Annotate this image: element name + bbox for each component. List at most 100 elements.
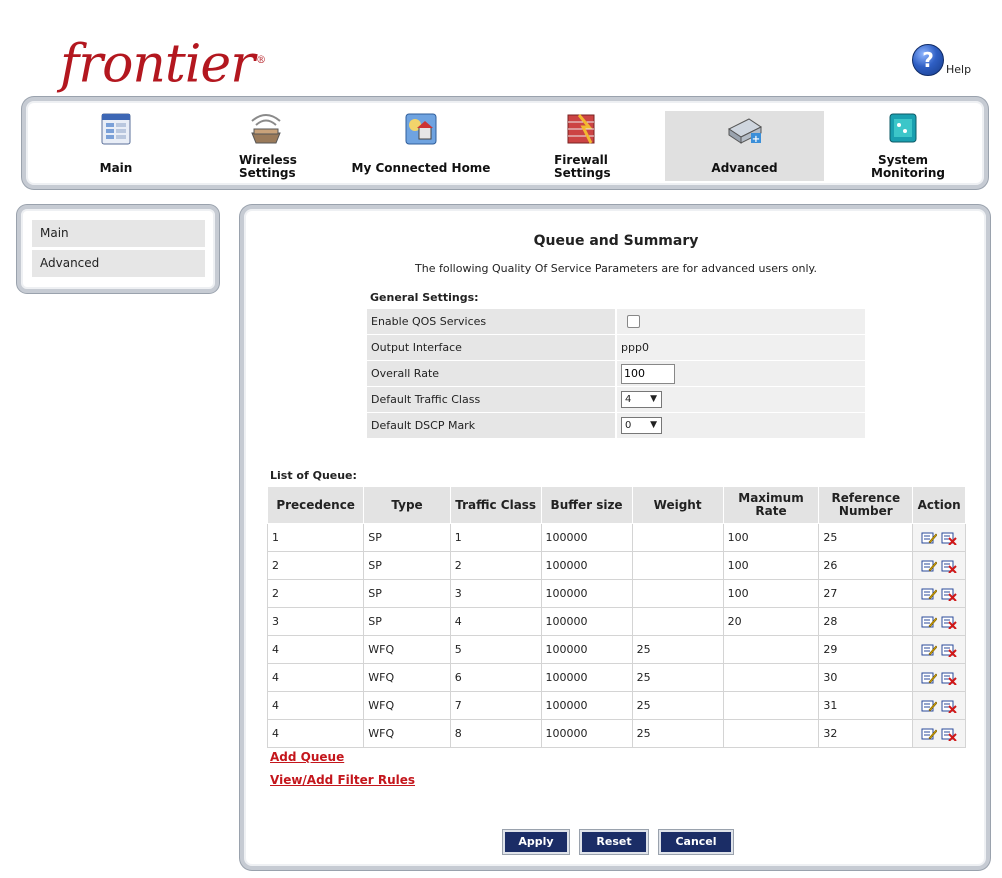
edit-icon[interactable] xyxy=(921,615,938,629)
cell-action xyxy=(912,551,966,580)
top-navigation: Main Wireless Settings My Connected Home… xyxy=(22,97,988,189)
col-type: Type xyxy=(363,486,451,524)
cell-action xyxy=(912,523,966,552)
delete-icon[interactable] xyxy=(941,615,957,629)
cell-weight xyxy=(631,607,724,636)
cell-reference-number: 28 xyxy=(818,607,914,636)
enable-qos-checkbox[interactable] xyxy=(627,315,640,329)
cell-maximum-rate xyxy=(722,663,820,692)
page-title: Queue and Summary xyxy=(533,233,699,249)
cell-maximum-rate xyxy=(722,691,820,720)
cell-weight xyxy=(631,551,724,580)
cell-traffic-class: 7 xyxy=(449,691,542,720)
cell-reference-number: 26 xyxy=(818,551,914,580)
main-icon xyxy=(101,113,131,145)
nav-advanced[interactable]: + Advanced xyxy=(665,111,824,181)
cell-type: WFQ xyxy=(363,663,451,692)
overall-rate-label: Overall Rate xyxy=(367,360,617,387)
table-row: 3 SP 4 100000 20 28 xyxy=(266,607,966,636)
cell-buffer-size: 100000 xyxy=(540,523,633,552)
cell-action xyxy=(912,579,966,608)
default-traffic-class-label: Default Traffic Class xyxy=(367,386,617,413)
col-buffer-size: Buffer size xyxy=(540,486,633,524)
cell-type: SP xyxy=(363,551,451,580)
edit-icon[interactable] xyxy=(921,643,938,657)
wireless-icon xyxy=(251,114,281,144)
cell-maximum-rate xyxy=(722,719,820,748)
cell-action xyxy=(912,607,966,636)
cancel-button[interactable]: Cancel xyxy=(659,830,733,854)
cell-type: WFQ xyxy=(363,635,451,664)
help-link[interactable]: ? Help xyxy=(912,44,971,76)
output-interface-label: Output Interface xyxy=(367,334,617,361)
cell-precedence: 4 xyxy=(266,663,365,692)
edit-icon[interactable] xyxy=(921,671,938,685)
nav-system-monitoring[interactable]: System Monitoring xyxy=(858,111,948,181)
delete-icon[interactable] xyxy=(941,643,957,657)
apply-button[interactable]: Apply xyxy=(503,830,569,854)
view-add-filter-rules-link[interactable]: View/Add Filter Rules xyxy=(270,773,415,787)
cell-action xyxy=(912,663,966,692)
cell-reference-number: 32 xyxy=(818,719,914,748)
dropdown-arrow-icon: ▼ xyxy=(650,394,657,404)
edit-icon[interactable] xyxy=(921,587,938,601)
delete-icon[interactable] xyxy=(941,587,957,601)
default-dscp-select[interactable]: 0 ▼ xyxy=(621,417,662,434)
edit-icon[interactable] xyxy=(921,531,938,545)
cell-buffer-size: 100000 xyxy=(540,691,633,720)
dropdown-arrow-icon: ▼ xyxy=(650,420,657,430)
svg-text:+: + xyxy=(751,134,759,145)
delete-icon[interactable] xyxy=(941,699,957,713)
edit-icon[interactable] xyxy=(921,559,938,573)
cell-traffic-class: 5 xyxy=(449,635,542,664)
cell-action xyxy=(912,691,966,720)
table-row: 2 SP 2 100000 100 26 xyxy=(266,551,966,580)
cell-action xyxy=(912,719,966,748)
help-label[interactable]: Help xyxy=(946,63,971,76)
nav-my-connected-home[interactable]: My Connected Home xyxy=(351,111,491,181)
cell-precedence: 3 xyxy=(266,607,365,636)
reset-button[interactable]: Reset xyxy=(580,830,648,854)
col-maximum-rate: Maximum Rate xyxy=(722,486,820,524)
default-traffic-class-select[interactable]: 4 ▼ xyxy=(621,391,662,408)
frontier-logo: frontier ® xyxy=(60,34,266,95)
col-precedence: Precedence xyxy=(266,486,365,524)
nav-label: Wireless Settings xyxy=(239,153,297,180)
cell-reference-number: 25 xyxy=(818,523,914,552)
page-subtitle: The following Quality Of Service Paramet… xyxy=(415,262,817,275)
edit-icon[interactable] xyxy=(921,727,938,741)
nav-wireless-settings[interactable]: Wireless Settings xyxy=(221,111,311,181)
help-icon[interactable]: ? xyxy=(912,44,944,76)
nav-firewall-settings[interactable]: Firewall Settings xyxy=(536,111,626,181)
side-navigation: Main Advanced xyxy=(17,205,219,293)
delete-icon[interactable] xyxy=(941,559,957,573)
cell-weight xyxy=(631,523,724,552)
select-value: 0 xyxy=(625,420,632,431)
col-traffic-class: Traffic Class xyxy=(449,486,542,524)
queue-table: Precedence Type Traffic Class Buffer siz… xyxy=(266,486,966,748)
cell-buffer-size: 100000 xyxy=(540,663,633,692)
add-queue-link[interactable]: Add Queue xyxy=(270,750,344,764)
cell-precedence: 4 xyxy=(266,635,365,664)
cell-traffic-class: 1 xyxy=(449,523,542,552)
output-interface-value: ppp0 xyxy=(616,334,865,361)
cell-type: SP xyxy=(363,523,451,552)
cell-precedence: 1 xyxy=(266,523,365,552)
edit-icon[interactable] xyxy=(921,699,938,713)
nav-main[interactable]: Main xyxy=(76,111,156,181)
delete-icon[interactable] xyxy=(941,671,957,685)
delete-icon[interactable] xyxy=(941,727,957,741)
cell-maximum-rate: 20 xyxy=(722,607,820,636)
overall-rate-input[interactable] xyxy=(621,363,675,384)
cell-reference-number: 27 xyxy=(818,579,914,608)
cell-precedence: 4 xyxy=(266,691,365,720)
cell-buffer-size: 100000 xyxy=(540,607,633,636)
cell-reference-number: 30 xyxy=(818,663,914,692)
cell-traffic-class: 6 xyxy=(449,663,542,692)
cell-precedence: 2 xyxy=(266,579,365,608)
cell-weight: 25 xyxy=(631,635,724,664)
cell-type: SP xyxy=(363,579,451,608)
table-row: 4 WFQ 6 100000 25 30 xyxy=(266,663,966,692)
delete-icon[interactable] xyxy=(941,531,957,545)
col-reference-number: Reference Number xyxy=(818,486,914,524)
